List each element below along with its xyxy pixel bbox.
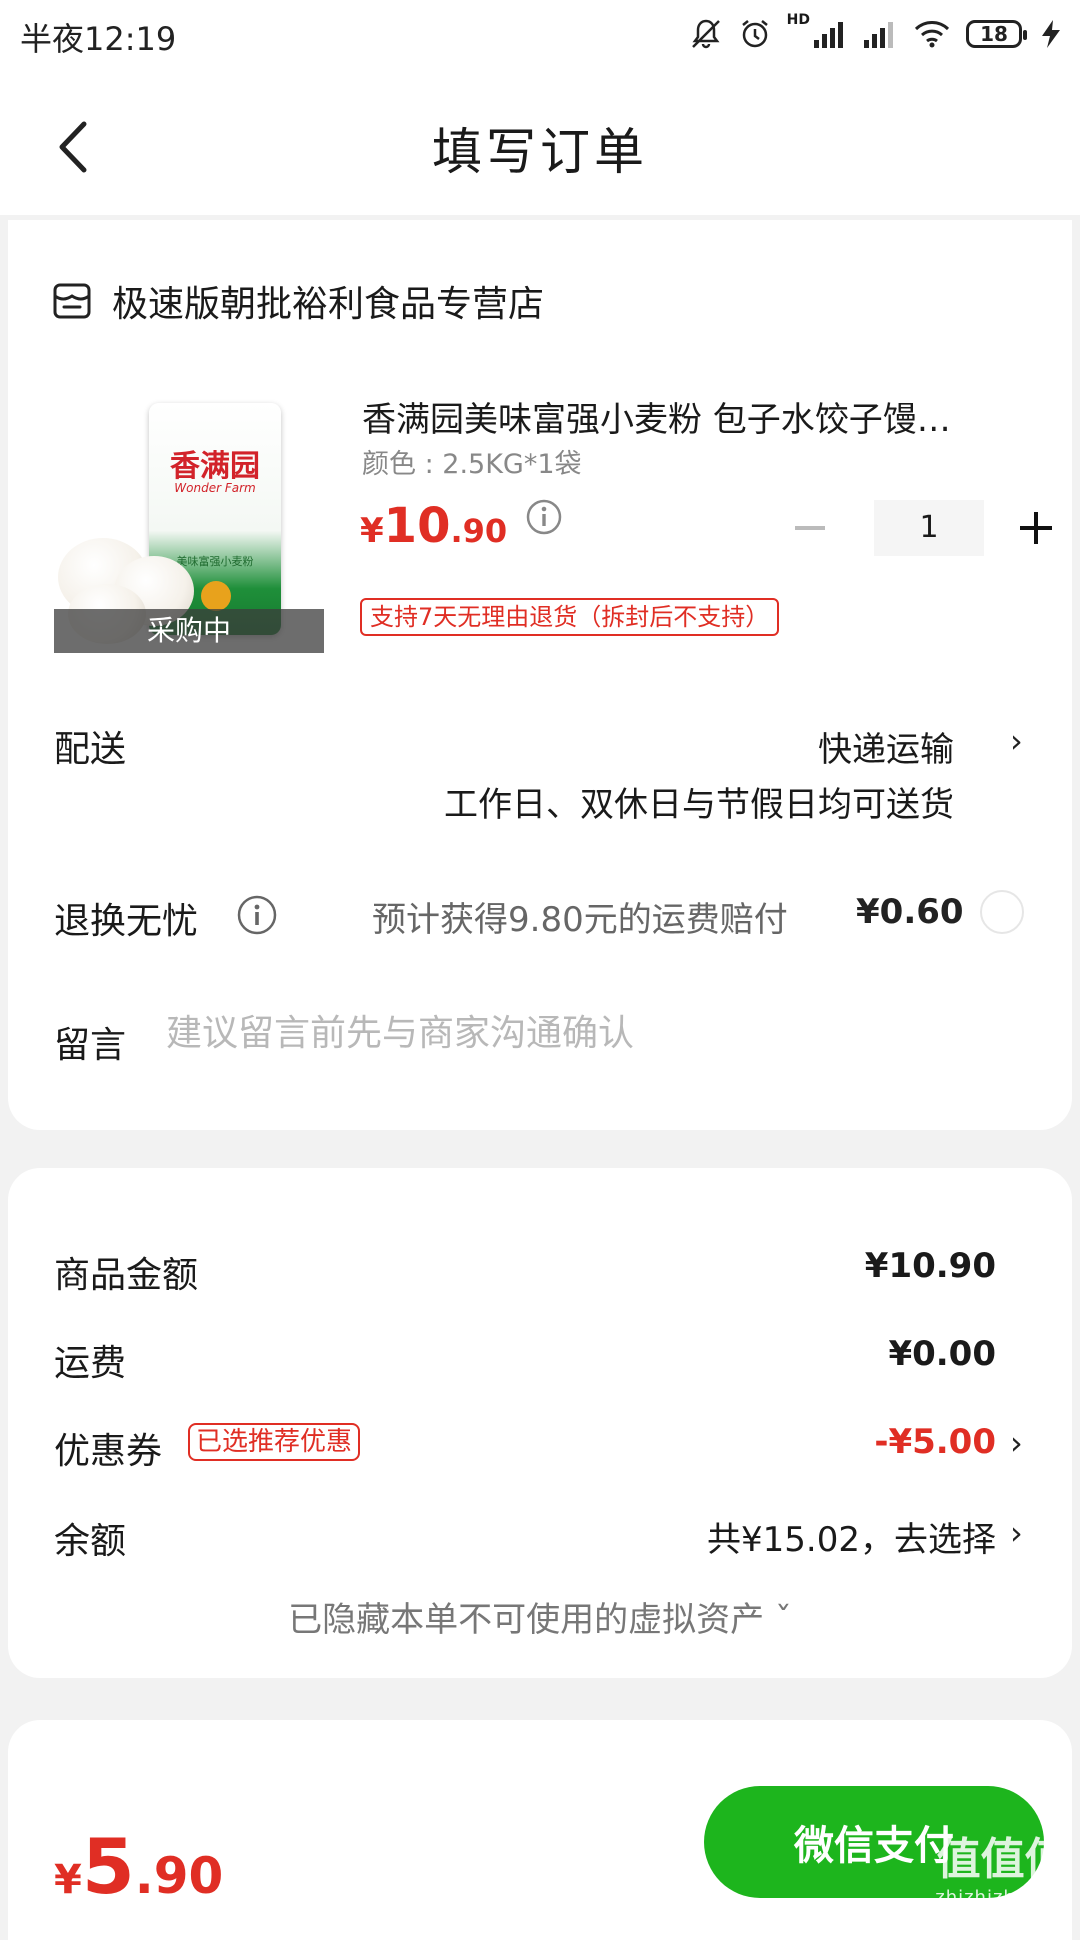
hidden-assets-toggle[interactable]: 已隐藏本单不可使用的虚拟资产 ˇ [0, 1592, 1080, 1641]
signal-icon [864, 22, 893, 48]
insurance-description: 预计获得9.80元的运费赔付 [372, 900, 788, 940]
charging-icon [1042, 20, 1060, 48]
chevron-right-icon[interactable]: › [1010, 1514, 1023, 1552]
price-info-icon[interactable] [525, 498, 563, 540]
watermark-text: 值值值 [936, 1834, 1069, 1885]
bag-brand: 香满园 [170, 449, 260, 484]
insurance-info-icon[interactable] [236, 894, 278, 940]
status-time: 半夜12:19 [20, 20, 177, 58]
insurance-label: 退换无忧 [54, 901, 199, 942]
mute-icon [691, 19, 720, 49]
store-icon [53, 283, 91, 319]
price-decimal: .90 [450, 512, 508, 550]
total-price: ¥5.90 [54, 1822, 223, 1911]
procurement-status: 采购中 [54, 609, 324, 653]
total-currency: ¥ [54, 1857, 82, 1903]
coupon-value[interactable]: -¥5.00 [874, 1422, 996, 1462]
site-watermark: 值值值 zhizhizhi.com [935, 1823, 1070, 1908]
delivery-label: 配送 [54, 729, 127, 770]
quantity-value[interactable]: 1 [874, 500, 984, 556]
battery-level: 18 [980, 22, 1008, 46]
delivery-note: 工作日、双休日与节假日均可送货 [444, 785, 954, 825]
price-integer: 10 [383, 498, 451, 554]
return-policy-tag: 支持7天无理由退货（拆封后不支持） [360, 598, 780, 636]
network-type: HD [786, 12, 810, 28]
unit-price: ¥10.90 [360, 498, 563, 554]
bag-seal [201, 581, 231, 611]
store-name: 极速版朝批裕利食品专营店 [112, 284, 545, 325]
alarm-icon [741, 20, 768, 48]
price-currency: ¥ [360, 511, 384, 551]
balance-value[interactable]: 共¥15.02，去选择 [707, 1512, 996, 1561]
shipping-label: 运费 [54, 1343, 127, 1384]
insurance-radio[interactable] [980, 890, 1024, 934]
goods-amount-label: 商品金额 [54, 1255, 199, 1296]
coupon-tag: 已选推荐优惠 [188, 1423, 361, 1461]
delivery-method[interactable]: 快递运输 [818, 722, 954, 771]
message-label: 留言 [54, 1025, 127, 1066]
product-title[interactable]: 香满园美味富强小麦粉 包子水饺子馒… [362, 392, 1032, 441]
goods-amount-value: ¥10.90 [864, 1246, 996, 1286]
minus-icon [795, 526, 825, 530]
product-variant[interactable]: 颜色 : 2.5KG*1袋 [362, 442, 582, 481]
watermark-url: zhizhizhi.com [935, 1887, 1070, 1908]
battery-icon: 18 [966, 20, 1027, 48]
status-icons: HD 18 [689, 12, 1064, 56]
balance-label: 余额 [54, 1521, 127, 1562]
insurance-price: ¥0.60 [856, 892, 964, 932]
chevron-right-icon[interactable]: › [1010, 1424, 1023, 1462]
page-title: 填写订单 [432, 123, 648, 181]
shipping-value: ¥0.00 [888, 1334, 996, 1374]
plus-icon [1020, 512, 1052, 544]
order-card [8, 220, 1072, 1130]
total-decimal: .90 [134, 1847, 224, 1905]
coupon-label: 优惠券 [54, 1431, 163, 1472]
product-image[interactable]: 香满园 Wonder Farm 美味富强小麦粉 采购中 [54, 388, 324, 653]
total-integer: 5 [81, 1822, 135, 1911]
bag-brand-en: Wonder Farm [174, 481, 256, 495]
chevron-right-icon[interactable]: › [1010, 722, 1023, 760]
increase-button[interactable] [1016, 508, 1056, 548]
message-input[interactable] [164, 1012, 988, 1055]
store-row[interactable]: 极速版朝批裕利食品专营店 [52, 275, 544, 327]
quantity-stepper: 1 [790, 500, 1056, 556]
wifi-icon [914, 21, 950, 48]
decrease-button[interactable] [790, 508, 830, 548]
signal-icon [814, 22, 843, 48]
